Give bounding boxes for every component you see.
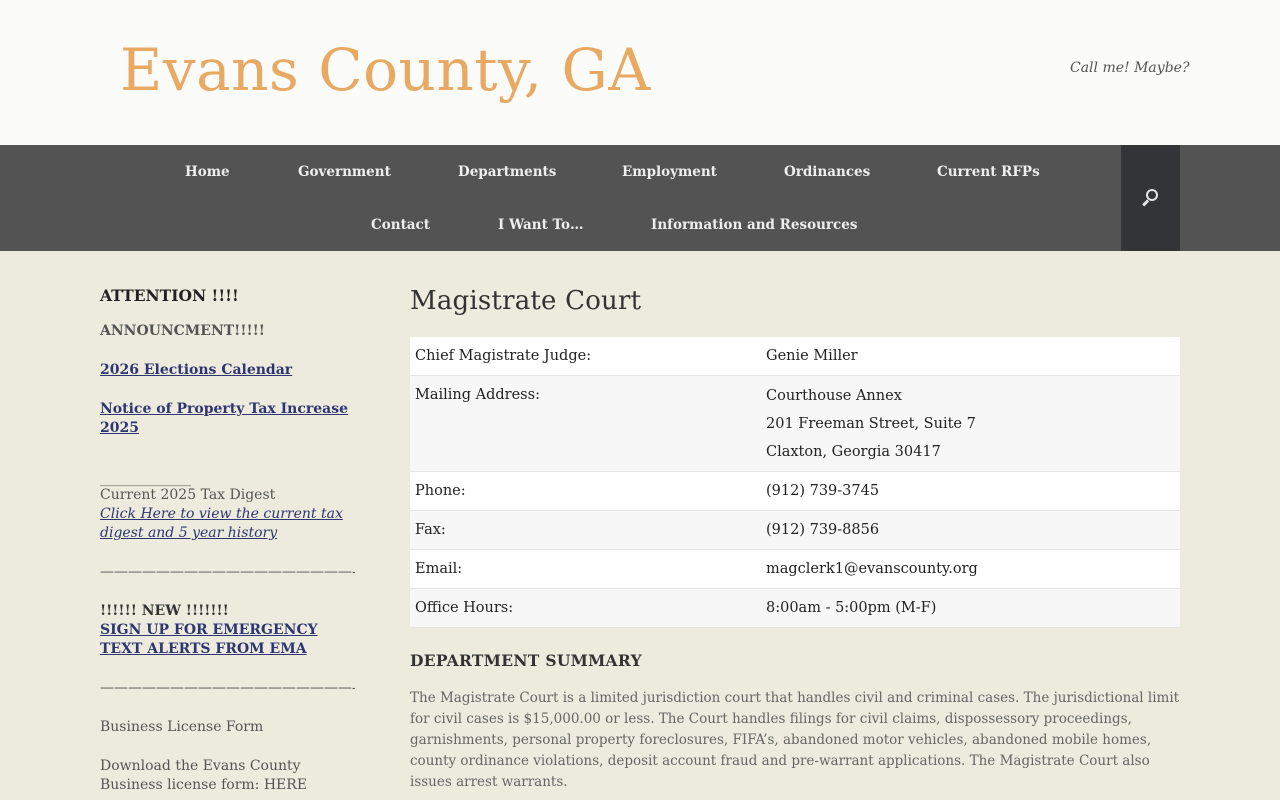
tax-digest-link[interactable]: Click Here to view the current tax diges… <box>100 505 355 543</box>
nav-row-2: Contact I Want To… Information and Resou… <box>0 198 1121 251</box>
row-label: Fax: <box>410 510 761 550</box>
table-row: Email: magclerk1@evanscounty.org <box>410 549 1180 589</box>
business-license-label: Business License Form <box>100 719 264 735</box>
search-button[interactable] <box>1121 145 1180 251</box>
new-label: !!!!!! NEW !!!!!!! <box>100 603 229 619</box>
row-value[interactable]: magclerk1@evanscounty.org <box>761 549 1180 589</box>
search-icon <box>1141 188 1161 208</box>
nav-row-1: Home Government Departments Employment O… <box>0 145 1121 198</box>
main-content: Magistrate Court Chief Magistrate Judge:… <box>410 286 1180 793</box>
address-line: 201 Freeman Street, Suite 7 <box>766 416 976 432</box>
nav-item-departments[interactable]: Departments <box>458 164 556 180</box>
sidebar-divider: ——————————————————- <box>100 680 355 696</box>
address-line: Courthouse Annex <box>766 388 902 404</box>
table-row: Office Hours: 8:00am - 5:00pm (M-F) <box>410 588 1180 628</box>
nav-item-i-want-to[interactable]: I Want To… <box>498 217 584 233</box>
department-summary-heading: DEPARTMENT SUMMARY <box>410 651 642 670</box>
sidebar-divider: ——————————————————- <box>100 564 355 580</box>
row-label: Mailing Address: <box>410 375 761 472</box>
department-summary-text: The Magistrate Court is a limited jurisd… <box>410 690 1180 790</box>
nav-item-ordinances[interactable]: Ordinances <box>784 164 870 180</box>
row-label: Chief Magistrate Judge: <box>410 337 761 376</box>
row-label: Office Hours: <box>410 588 761 628</box>
property-tax-increase-link[interactable]: Notice of Property Tax Increase 2025 <box>100 400 355 438</box>
sidebar: ATTENTION !!!! ANNOUNCMENT!!!!! 2026 Ele… <box>100 286 355 795</box>
row-value: (912) 739-3745 <box>761 471 1180 511</box>
nav-item-employment[interactable]: Employment <box>622 164 717 180</box>
nav-item-government[interactable]: Government <box>298 164 391 180</box>
row-value: Courthouse Annex 201 Freeman Street, Sui… <box>761 375 1180 472</box>
nav-item-current-rfps[interactable]: Current RFPs <box>937 164 1040 180</box>
table-row: Fax: (912) 739-8856 <box>410 510 1180 550</box>
emergency-alerts-link[interactable]: SIGN UP FOR EMERGENCY TEXT ALERTS FROM E… <box>100 621 355 659</box>
elections-calendar-link[interactable]: 2026 Elections Calendar <box>100 361 355 380</box>
site-header: Evans County, GA Call me! Maybe? <box>0 0 1280 145</box>
nav-item-information-resources[interactable]: Information and Resources <box>651 217 857 233</box>
sidebar-short-rule: _____________ <box>100 471 191 487</box>
table-row: Chief Magistrate Judge: Genie Miller <box>410 337 1180 376</box>
row-label: Phone: <box>410 471 761 511</box>
nav-item-home[interactable]: Home <box>185 164 230 180</box>
site-title[interactable]: Evans County, GA <box>120 36 651 104</box>
business-license-text: Download the Evans County Business licen… <box>100 758 308 793</box>
court-info-table: Chief Magistrate Judge: Genie Miller Mai… <box>410 337 1180 628</box>
tax-digest-label: Current 2025 Tax Digest <box>100 487 276 503</box>
sidebar-heading: ATTENTION !!!! <box>100 286 239 305</box>
row-value: 8:00am - 5:00pm (M-F) <box>761 588 1180 628</box>
row-value: Genie Miller <box>761 337 1180 376</box>
address-line: Claxton, Georgia 30417 <box>766 444 941 460</box>
row-label: Email: <box>410 549 761 589</box>
table-row: Phone: (912) 739-3745 <box>410 471 1180 511</box>
page-title: Magistrate Court <box>410 286 642 316</box>
row-value: (912) 739-8856 <box>761 510 1180 550</box>
nav-item-contact[interactable]: Contact <box>371 217 430 233</box>
site-tagline: Call me! Maybe? <box>1070 60 1190 76</box>
sidebar-announcement: ANNOUNCMENT!!!!! <box>100 323 265 339</box>
table-row: Mailing Address: Courthouse Annex 201 Fr… <box>410 375 1180 472</box>
main-navigation: Home Government Departments Employment O… <box>0 145 1280 251</box>
